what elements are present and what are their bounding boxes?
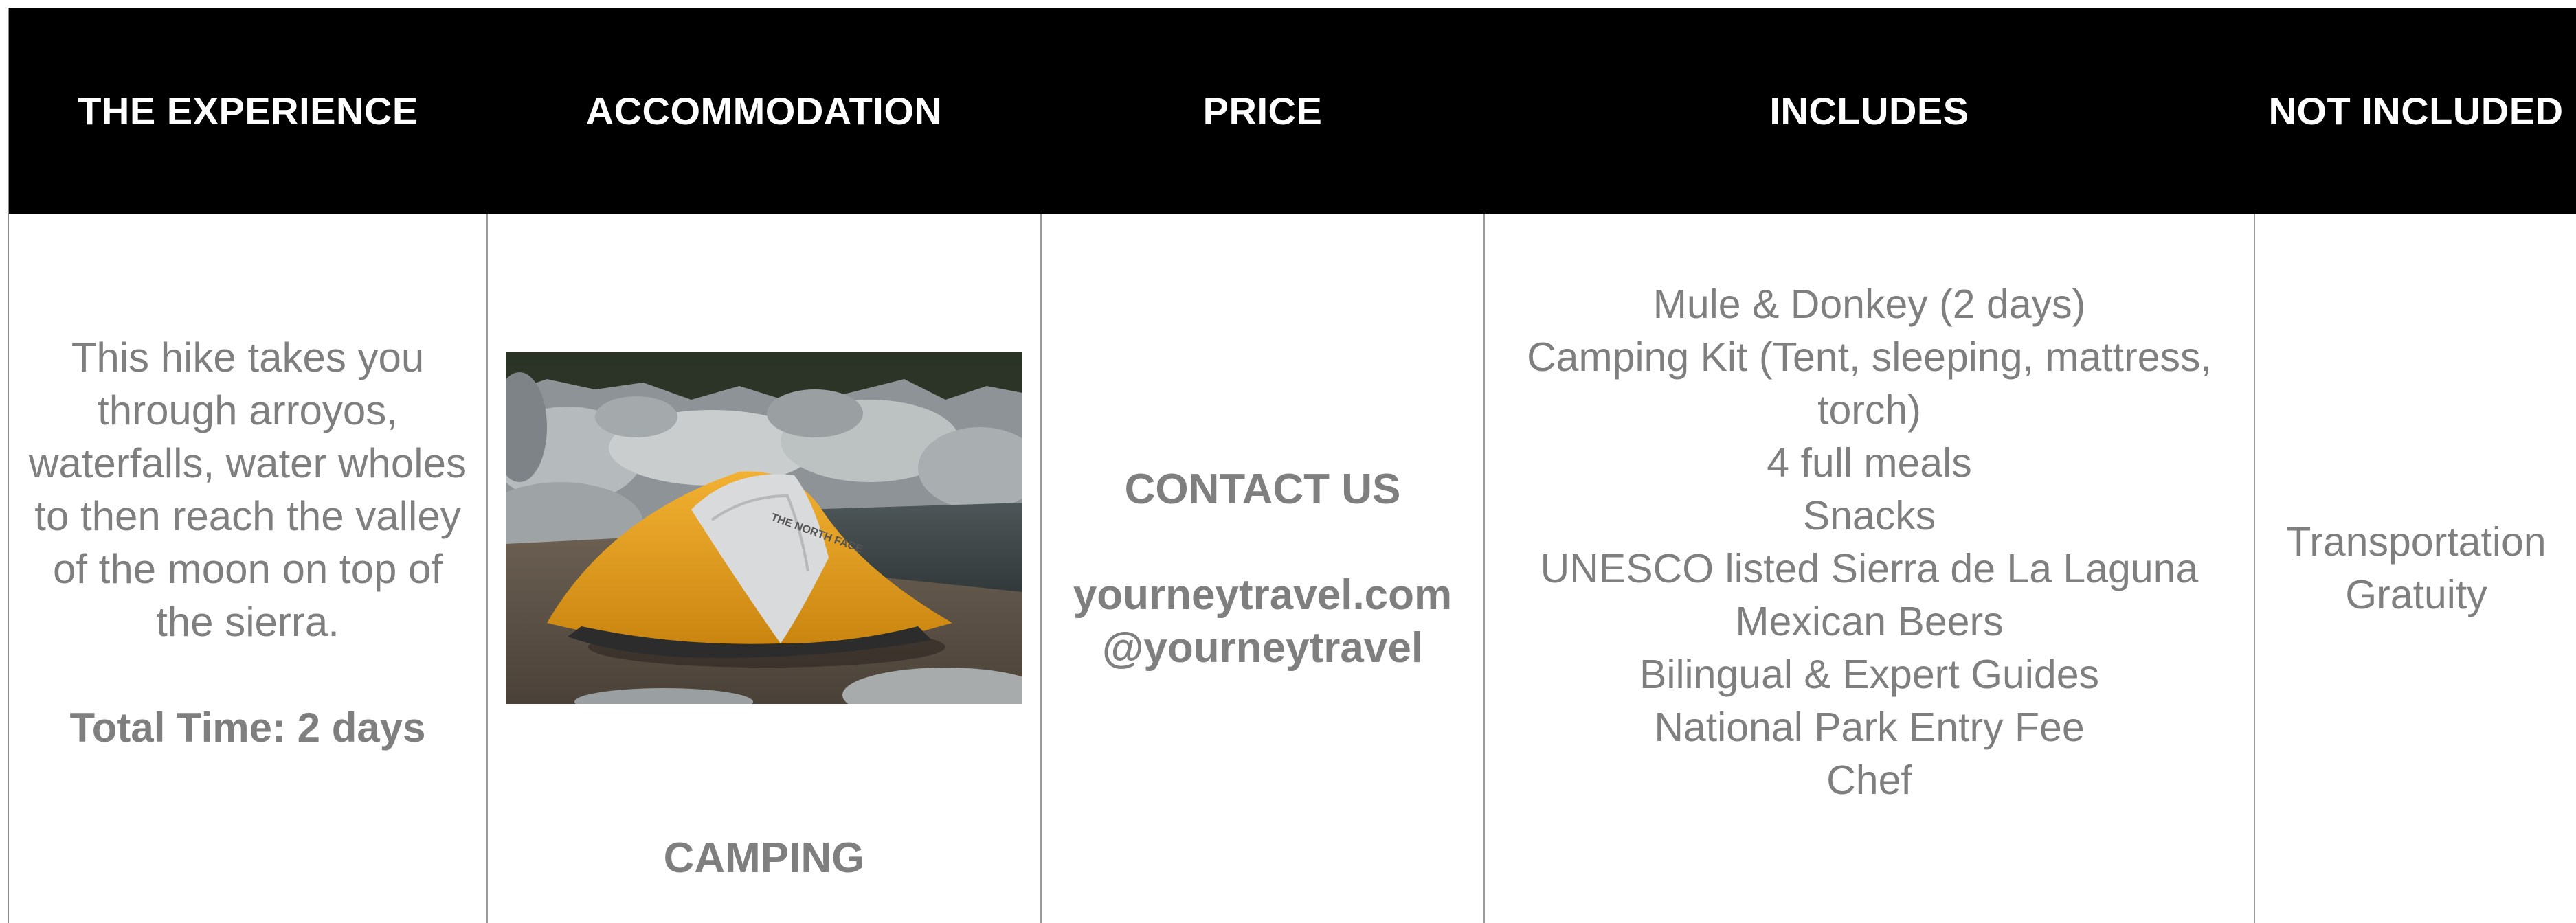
- not-included-cell: Transportation Gratuity: [2254, 214, 2576, 923]
- includes-list: Mule & Donkey (2 days) Camping Kit (Tent…: [1500, 278, 2239, 807]
- experience-total-time: Total Time: 2 days: [69, 704, 426, 751]
- includes-item: Mule & Donkey (2 days): [1653, 281, 2086, 327]
- header-includes: INCLUDES: [1484, 8, 2254, 214]
- tour-info-table: THE EXPERIENCE ACCOMMODATION PRICE INCLU…: [9, 8, 2576, 923]
- includes-cell: Mule & Donkey (2 days) Camping Kit (Tent…: [1483, 214, 2254, 923]
- includes-item: 4 full meals: [1767, 440, 1972, 486]
- includes-item: Chef: [1826, 757, 1912, 803]
- tent-campsite-photo: THE NORTH FACE: [506, 352, 1022, 704]
- website-link[interactable]: yourneytravel.com: [1061, 569, 1464, 622]
- includes-item: Snacks: [1802, 492, 1936, 538]
- header-not-included: NOT INCLUDED: [2254, 8, 2576, 214]
- content-row: This hike takes you through arroyos, wat…: [9, 214, 2576, 923]
- not-included-item: Transportation: [2286, 519, 2546, 565]
- not-included-item: Gratuity: [2345, 571, 2487, 617]
- includes-item: National Park Entry Fee: [1654, 704, 2085, 750]
- header-price: PRICE: [1041, 8, 1484, 214]
- tour-info-table-frame: THE EXPERIENCE ACCOMMODATION PRICE INCLU…: [8, 8, 2576, 923]
- experience-description: This hike takes you through arroyos, wat…: [29, 334, 467, 645]
- experience-cell: This hike takes you through arroyos, wat…: [9, 214, 487, 923]
- price-cell: CONTACT US yourneytravel.com @yourneytra…: [1040, 214, 1484, 923]
- includes-item: UNESCO listed Sierra de La Laguna: [1540, 545, 2199, 591]
- header-row: THE EXPERIENCE ACCOMMODATION PRICE INCLU…: [9, 8, 2576, 214]
- social-handle[interactable]: @yourneytravel: [1061, 622, 1464, 674]
- header-accommodation: ACCOMMODATION: [487, 8, 1041, 214]
- includes-item: Bilingual & Expert Guides: [1639, 651, 2100, 697]
- includes-item: Camping Kit (Tent, sleeping, mattress, t…: [1527, 334, 2212, 433]
- header-experience: THE EXPERIENCE: [9, 8, 487, 214]
- includes-item: Mexican Beers: [1735, 598, 2004, 644]
- accommodation-label: CAMPING: [663, 834, 865, 882]
- accommodation-cell: THE NORTH FACE CAMPING: [486, 214, 1041, 923]
- contact-us-text: CONTACT US: [1124, 465, 1401, 513]
